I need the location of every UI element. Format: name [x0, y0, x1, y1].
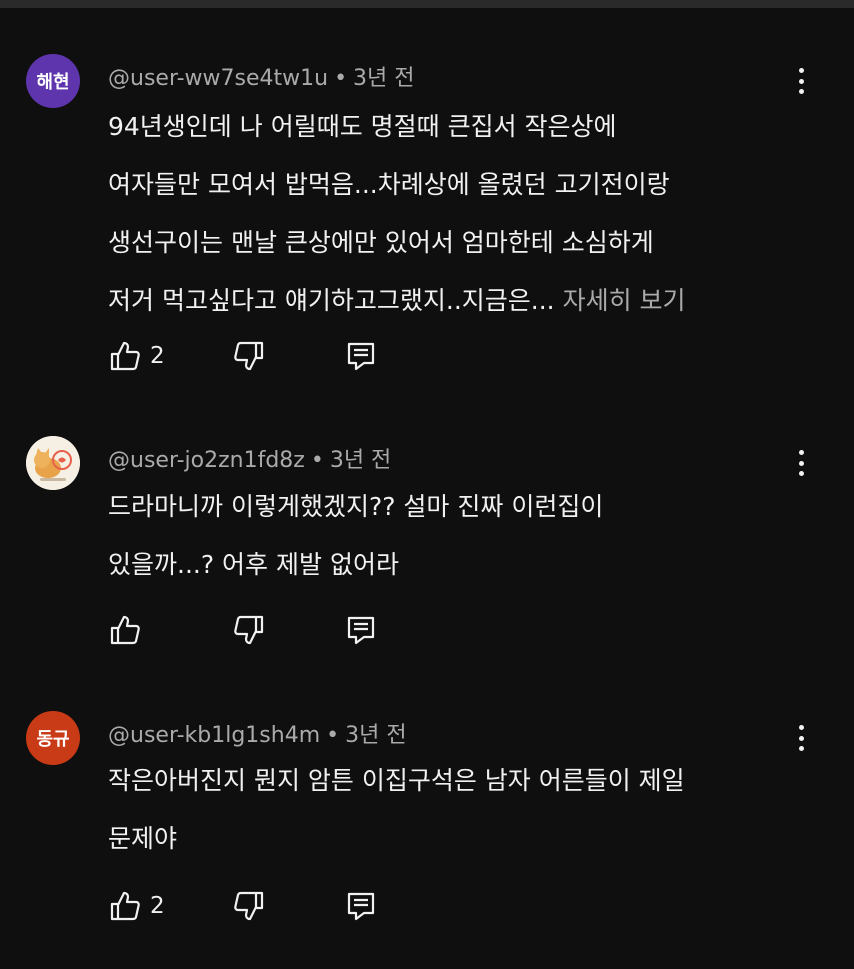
like-button[interactable] [108, 612, 150, 648]
avatar-initials: 동규 [36, 729, 70, 750]
timestamp: 3년 전 [345, 723, 407, 748]
avatar[interactable] [26, 436, 80, 490]
avatar[interactable]: 동규 [26, 711, 80, 765]
comment-text: 드라마니까 이렇게했겠지?? 설마 진짜 이런집이 있을까...? 어후 제발 … [108, 478, 798, 594]
author-name[interactable]: @user-ww7se4tw1u [108, 66, 328, 91]
comment-actions [108, 612, 808, 652]
reply-button[interactable] [344, 888, 378, 924]
avatar-initials: 해현 [36, 72, 70, 93]
thumb-down-icon [234, 615, 264, 645]
author-name[interactable]: @user-kb1lg1sh4m [108, 723, 320, 748]
comment-text: 94년생인데 나 어릴때도 명절때 큰집서 작은상에 여자들만 모여서 밥먹음.… [108, 98, 798, 330]
more-vert-icon[interactable] [790, 446, 812, 480]
top-divider [0, 0, 854, 8]
comment-line: 생선구이는 맨날 큰상에만 있어서 엄마한테 소심하게 [108, 228, 654, 257]
comment-line: 있을까...? 어후 제발 없어라 [108, 550, 399, 579]
more-vert-icon[interactable] [790, 721, 812, 755]
like-button[interactable]: 2 [108, 888, 165, 924]
comment-line: 저거 먹고싶다고 얘기하고그랬지..지금은... [108, 286, 555, 315]
read-more-link[interactable]: 자세히 보기 [563, 286, 686, 315]
comment-actions: 2 [108, 338, 808, 378]
meta-separator: • [334, 66, 348, 91]
like-button[interactable]: 2 [108, 338, 165, 374]
comment-line: 작은아버진지 뭔지 암튼 이집구석은 남자 어른들이 제일 [108, 766, 685, 795]
comment-line-last: 저거 먹고싶다고 얘기하고그랬지..지금은... 자세히 보기 [108, 272, 798, 330]
reply-icon [347, 342, 375, 371]
comment-line: 94년생인데 나 어릴때도 명절때 큰집서 작은상에 [108, 112, 617, 141]
comment-meta: @user-kb1lg1sh4m • 3년 전 [108, 717, 407, 749]
dislike-button[interactable] [232, 612, 266, 648]
comment-line: 드라마니까 이렇게했겠지?? 설마 진짜 이런집이 [108, 492, 604, 521]
like-count: 2 [150, 893, 165, 919]
reply-icon [347, 616, 375, 645]
author-name[interactable]: @user-jo2zn1fd8z [108, 448, 305, 473]
comment-line: 여자들만 모여서 밥먹음...차례상에 올렸던 고기전이랑 [108, 170, 670, 199]
timestamp: 3년 전 [329, 448, 392, 473]
reply-icon [347, 892, 375, 921]
meta-separator: • [326, 723, 340, 748]
thumb-up-icon [110, 615, 140, 645]
thumb-down-icon [234, 891, 264, 921]
comment-actions: 2 [108, 888, 808, 928]
reply-button[interactable] [344, 612, 378, 648]
thumb-down-icon [234, 341, 264, 371]
more-vert-icon[interactable] [790, 64, 812, 98]
thumb-up-icon [110, 341, 140, 371]
like-count: 2 [150, 343, 165, 369]
avatar[interactable]: 해현 [26, 54, 80, 108]
dislike-button[interactable] [232, 338, 266, 374]
dislike-button[interactable] [232, 888, 266, 924]
comment-meta: @user-jo2zn1fd8z • 3년 전 [108, 442, 391, 474]
timestamp: 3년 전 [353, 66, 415, 91]
comment-text: 작은아버진지 뭔지 암튼 이집구석은 남자 어른들이 제일 문제야 [108, 752, 798, 868]
reply-button[interactable] [344, 338, 378, 374]
thumb-up-icon [110, 891, 140, 921]
meta-separator: • [310, 448, 324, 473]
cat-avatar-icon [26, 436, 80, 490]
comment-meta: @user-ww7se4tw1u • 3년 전 [108, 60, 415, 92]
comment-line: 문제야 [108, 824, 178, 853]
